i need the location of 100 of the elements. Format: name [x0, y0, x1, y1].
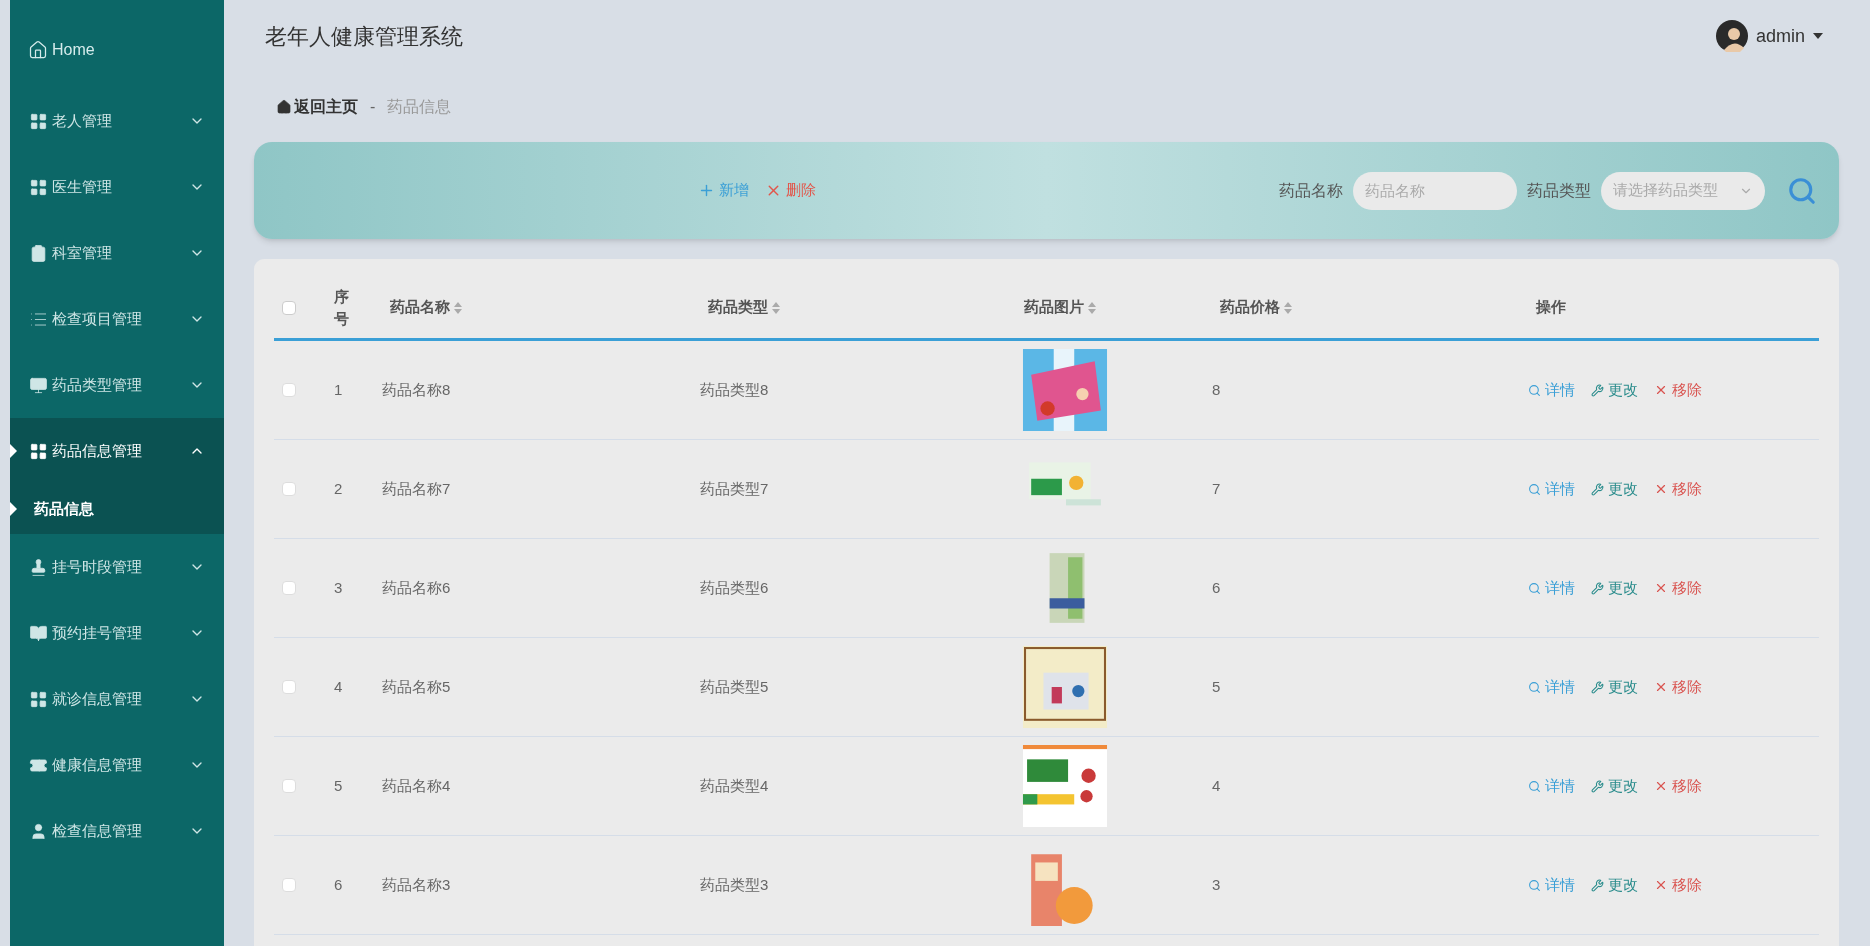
sort-icon[interactable] [772, 301, 780, 314]
wrench-icon [1591, 878, 1604, 892]
edit-link[interactable]: 更改 [1591, 477, 1638, 501]
edit-link[interactable]: 更改 [1591, 576, 1638, 600]
checkbox[interactable] [282, 680, 296, 694]
sidebar-menu-item[interactable]: 挂号时段管理 [10, 534, 224, 600]
book-icon [29, 623, 48, 643]
table-cell: 3 [334, 578, 343, 596]
sidebar-menu-item[interactable]: 药品类型管理 [10, 352, 224, 418]
remove-link[interactable]: 移除 [1654, 774, 1702, 798]
delete-button[interactable]: 删除 [765, 179, 816, 202]
table-cell: 药品类型8 [700, 380, 769, 398]
breadcrumb-home-link[interactable]: 返回主页 [276, 95, 358, 119]
checkbox[interactable] [282, 300, 296, 315]
checkbox[interactable] [282, 779, 296, 793]
column-header[interactable]: 药品价格 [1220, 296, 1280, 319]
monitor-icon [29, 375, 48, 395]
grid-icon [29, 111, 48, 131]
column-header[interactable]: 药品名称 [390, 296, 450, 319]
details-link[interactable]: 详情 [1528, 774, 1575, 798]
sidebar-menu-item[interactable]: 检查信息管理 [10, 798, 224, 864]
remove-link[interactable]: 移除 [1654, 873, 1702, 897]
details-link[interactable]: 详情 [1528, 873, 1575, 897]
sidebar-menu-item[interactable]: 健康信息管理 [10, 732, 224, 798]
details-link[interactable]: 详情 [1528, 675, 1575, 699]
wrench-icon [1591, 680, 1604, 694]
search-button[interactable] [1787, 175, 1817, 206]
edit-link[interactable]: 更改 [1591, 774, 1638, 798]
search-icon [1528, 383, 1541, 397]
table-cell: 药品名称3 [382, 875, 451, 893]
checkbox[interactable] [282, 878, 296, 892]
checkbox[interactable] [282, 482, 296, 496]
home-icon [28, 40, 48, 60]
column-header[interactable]: 药品类型 [708, 296, 768, 319]
close-icon [1654, 779, 1668, 793]
remove-link[interactable]: 移除 [1654, 477, 1702, 501]
search-icon [1528, 680, 1541, 694]
name-search-field[interactable]: 药品名称 [1353, 171, 1517, 210]
table-cell: 4 [1212, 776, 1221, 794]
table-cell: 药品类型5 [700, 677, 769, 695]
person-icon [29, 821, 48, 841]
user-menu[interactable]: admin [1715, 20, 1823, 52]
sidebar-menu-item[interactable]: 医生管理 [10, 154, 224, 220]
field-label: 药品名称 [1279, 180, 1343, 201]
grid-icon [29, 177, 48, 197]
sidebar-menu-item[interactable]: 就诊信息管理 [10, 666, 224, 732]
column-header: 操作 [1536, 297, 1566, 318]
breadcrumb-current: 药品信息 [387, 97, 452, 117]
close-icon [1654, 482, 1668, 496]
table-cell: 药品类型3 [700, 875, 769, 893]
sort-icon[interactable] [454, 301, 462, 314]
table-cell: 4 [334, 677, 343, 695]
submenu-item[interactable]: 药品信息 [10, 484, 224, 534]
column-header[interactable]: 药品图片 [1024, 296, 1084, 319]
table-cell: 3 [1212, 875, 1221, 893]
active-marker [10, 444, 17, 458]
add-button[interactable]: 新增 [698, 179, 749, 202]
table-cell: 药品名称5 [382, 677, 451, 695]
close-icon [1654, 581, 1668, 595]
details-link[interactable]: 详情 [1528, 576, 1575, 600]
sidebar-menu-item[interactable]: 科室管理 [10, 220, 224, 286]
search-icon [1528, 779, 1541, 793]
sort-icon[interactable] [1088, 301, 1096, 314]
checkbox[interactable] [282, 383, 296, 397]
table-cell: 5 [334, 776, 343, 794]
search-icon [1528, 878, 1541, 892]
table-cell: 8 [1212, 380, 1221, 398]
close-icon [1654, 383, 1668, 397]
home-link[interactable]: Home [10, 34, 224, 66]
wrench-icon [1591, 581, 1604, 595]
wrench-icon [1591, 779, 1604, 793]
remove-link[interactable]: 移除 [1654, 378, 1702, 402]
active-marker [10, 502, 17, 516]
search-icon [1528, 581, 1541, 595]
table-cell: 5 [1212, 677, 1221, 695]
wrench-icon [1591, 482, 1604, 496]
sidebar-menu-item[interactable]: 药品信息管理 [10, 418, 224, 484]
stamp-icon [29, 557, 48, 577]
table-cell: 药品名称7 [382, 479, 451, 497]
sidebar-menu-item[interactable]: 老人管理 [10, 88, 224, 154]
table-cell: 药品类型4 [700, 776, 769, 794]
wrench-icon [1591, 383, 1604, 397]
edit-link[interactable]: 更改 [1591, 675, 1638, 699]
checkbox[interactable] [282, 581, 296, 595]
type-select[interactable]: 请选择药品类型 [1601, 171, 1765, 210]
sort-icon[interactable] [1284, 301, 1292, 314]
table-cell: 药品名称4 [382, 776, 451, 794]
table-cell: 药品类型7 [700, 479, 769, 497]
plus-icon [698, 182, 715, 199]
table-cell: 药品类型6 [700, 578, 769, 596]
edit-link[interactable]: 更改 [1591, 378, 1638, 402]
sidebar-menu-item[interactable]: 预约挂号管理 [10, 600, 224, 666]
edit-link[interactable]: 更改 [1591, 873, 1638, 897]
remove-link[interactable]: 移除 [1654, 576, 1702, 600]
table-cell: 6 [1212, 578, 1221, 596]
remove-link[interactable]: 移除 [1654, 675, 1702, 699]
details-link[interactable]: 详情 [1528, 378, 1575, 402]
sidebar-menu-item[interactable]: 检查项目管理 [10, 286, 224, 352]
details-link[interactable]: 详情 [1528, 477, 1575, 501]
app-title: 老年人健康管理系统 [265, 22, 463, 51]
